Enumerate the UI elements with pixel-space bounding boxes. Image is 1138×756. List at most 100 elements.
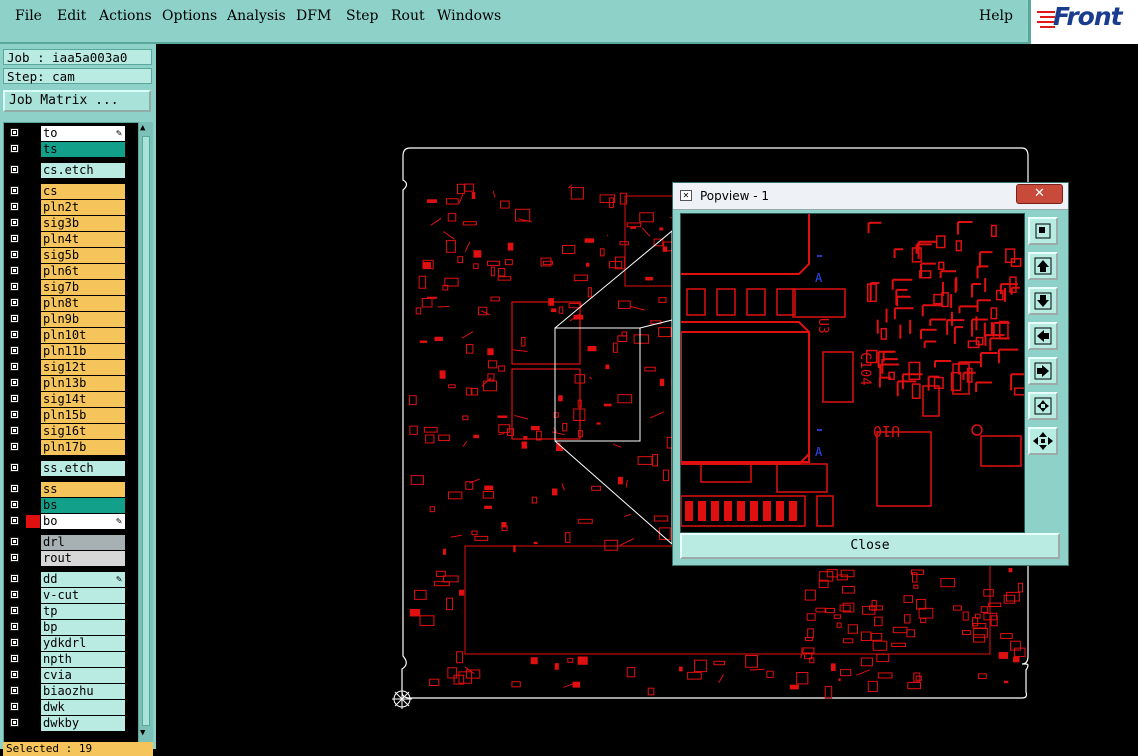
layer-row-bp[interactable]: bp: [4, 620, 138, 635]
layer-name[interactable]: sig3b: [41, 216, 125, 231]
layer-name[interactable]: to✎: [41, 126, 125, 141]
layer-checkbox[interactable]: [10, 282, 19, 291]
layer-checkbox[interactable]: [10, 702, 19, 711]
scroll-thumb[interactable]: [142, 136, 150, 726]
layer-checkbox[interactable]: [10, 410, 19, 419]
scroll-up-arrow-icon[interactable]: ▲: [140, 123, 145, 133]
layer-name[interactable]: bp: [41, 620, 125, 635]
layer-name[interactable]: rout: [41, 551, 125, 566]
menu-actions[interactable]: Actions: [99, 8, 152, 24]
layer-checkbox[interactable]: [10, 128, 19, 137]
layer-checkbox[interactable]: [10, 622, 19, 631]
layer-row-cvia[interactable]: cvia: [4, 668, 138, 683]
layer-checkbox[interactable]: [10, 202, 19, 211]
layer-row-dwkby[interactable]: dwkby: [4, 716, 138, 731]
layer-checkbox[interactable]: [10, 346, 19, 355]
layer-checkbox[interactable]: [10, 186, 19, 195]
layer-row-sig3b[interactable]: sig3b: [4, 216, 138, 231]
layer-name[interactable]: pln8t: [41, 296, 125, 311]
layer-name[interactable]: dwkby: [41, 716, 125, 731]
layer-name[interactable]: cs.etch: [41, 163, 125, 178]
layer-name[interactable]: cvia: [41, 668, 125, 683]
layer-row-pln15b[interactable]: pln15b: [4, 408, 138, 423]
layer-checkbox[interactable]: [10, 718, 19, 727]
layer-name[interactable]: drl: [41, 535, 125, 550]
layer-name[interactable]: ydkdrl: [41, 636, 125, 651]
job-matrix-button[interactable]: Job Matrix ...: [3, 90, 151, 112]
pan-up-icon[interactable]: [1028, 252, 1058, 280]
layer-row-to[interactable]: to✎: [4, 126, 138, 141]
layer-row-v-cut[interactable]: v-cut: [4, 588, 138, 603]
layer-checkbox[interactable]: [10, 516, 19, 525]
menu-rout[interactable]: Rout: [391, 8, 425, 24]
layer-checkbox[interactable]: [10, 250, 19, 259]
menu-dfm[interactable]: DFM: [296, 8, 331, 24]
layer-checkbox[interactable]: [10, 298, 19, 307]
layer-name[interactable]: pln10t: [41, 328, 125, 343]
layer-row-pln2t[interactable]: pln2t: [4, 200, 138, 215]
layer-row-ss-etch[interactable]: ss.etch: [4, 461, 138, 476]
layer-name[interactable]: pln11b: [41, 344, 125, 359]
layer-row-bs[interactable]: bs: [4, 498, 138, 513]
layer-name[interactable]: pln4t: [41, 232, 125, 247]
layer-row-pln8t[interactable]: pln8t: [4, 296, 138, 311]
layer-row-ts[interactable]: ts: [4, 142, 138, 157]
layer-checkbox[interactable]: [10, 484, 19, 493]
layer-row-sig12t[interactable]: sig12t: [4, 360, 138, 375]
layer-row-pln10t[interactable]: pln10t: [4, 328, 138, 343]
layer-name[interactable]: biaozhu: [41, 684, 125, 699]
layer-checkbox[interactable]: [10, 218, 19, 227]
menu-windows[interactable]: Windows: [437, 8, 501, 24]
layer-checkbox[interactable]: [10, 654, 19, 663]
layer-row-tp[interactable]: tp: [4, 604, 138, 619]
pan-down-icon[interactable]: [1028, 287, 1058, 315]
layer-name[interactable]: v-cut: [41, 588, 125, 603]
layer-checkbox[interactable]: [10, 537, 19, 546]
layer-checkbox[interactable]: [10, 394, 19, 403]
layer-row-cs-etch[interactable]: cs.etch: [4, 163, 138, 178]
layer-name[interactable]: pln17b: [41, 440, 125, 455]
layer-row-dd[interactable]: dd✎: [4, 572, 138, 587]
menu-step[interactable]: Step: [346, 8, 378, 24]
layer-checkbox[interactable]: [10, 378, 19, 387]
pan-right-icon[interactable]: [1028, 357, 1058, 385]
layer-name[interactable]: sig7b: [41, 280, 125, 295]
layer-row-sig16t[interactable]: sig16t: [4, 424, 138, 439]
layer-row-sig7b[interactable]: sig7b: [4, 280, 138, 295]
zoom-fit-icon[interactable]: [1028, 217, 1058, 245]
layer-checkbox[interactable]: [10, 500, 19, 509]
layer-row-pln13b[interactable]: pln13b: [4, 376, 138, 391]
layer-row-sig14t[interactable]: sig14t: [4, 392, 138, 407]
layer-checkbox[interactable]: [10, 686, 19, 695]
menu-analysis[interactable]: Analysis: [227, 8, 286, 24]
layer-name[interactable]: pln13b: [41, 376, 125, 391]
popview-close-button[interactable]: Close: [680, 533, 1060, 559]
layer-name[interactable]: pln6t: [41, 264, 125, 279]
layer-name[interactable]: sig5b: [41, 248, 125, 263]
layer-checkbox[interactable]: [10, 362, 19, 371]
layer-row-sig5b[interactable]: sig5b: [4, 248, 138, 263]
layer-checkbox[interactable]: [10, 574, 19, 583]
layer-name[interactable]: dd✎: [41, 572, 125, 587]
layer-checkbox[interactable]: [10, 606, 19, 615]
layer-row-dwk[interactable]: dwk: [4, 700, 138, 715]
layer-name[interactable]: sig16t: [41, 424, 125, 439]
layer-checkbox[interactable]: [10, 463, 19, 472]
layer-checkbox[interactable]: [10, 314, 19, 323]
layer-row-pln11b[interactable]: pln11b: [4, 344, 138, 359]
layer-row-ss[interactable]: ss: [4, 482, 138, 497]
layer-name[interactable]: dwk: [41, 700, 125, 715]
layer-checkbox[interactable]: [10, 553, 19, 562]
layer-checkbox[interactable]: [10, 266, 19, 275]
scroll-down-arrow-icon[interactable]: ▼: [140, 728, 145, 738]
layer-name[interactable]: sig12t: [41, 360, 125, 375]
menu-edit[interactable]: Edit: [57, 8, 86, 24]
menu-file[interactable]: File: [15, 8, 42, 24]
menu-options[interactable]: Options: [162, 8, 217, 24]
layer-name[interactable]: sig14t: [41, 392, 125, 407]
layer-row-pln6t[interactable]: pln6t: [4, 264, 138, 279]
layer-name[interactable]: bo✎: [41, 514, 125, 529]
pan-left-icon[interactable]: [1028, 322, 1058, 350]
layer-row-pln17b[interactable]: pln17b: [4, 440, 138, 455]
layer-name[interactable]: cs: [41, 184, 125, 199]
